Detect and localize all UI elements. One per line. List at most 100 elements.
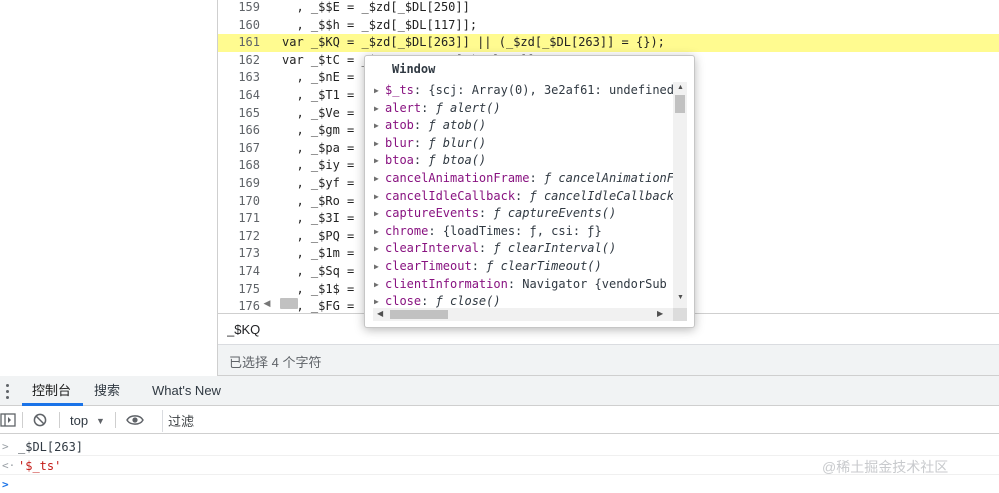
- expand-arrow-icon[interactable]: ▶: [374, 223, 379, 241]
- property-content: chrome: {loadTimes: ƒ, csi: ƒ}: [385, 223, 602, 241]
- status-bar: [218, 345, 999, 376]
- left-panel: [0, 0, 218, 376]
- sidebar-toggle-icon[interactable]: [0, 412, 16, 428]
- line-number[interactable]: 163: [218, 69, 260, 87]
- line-number[interactable]: 168: [218, 157, 260, 175]
- line-code: , _$gm =: [282, 123, 355, 138]
- line-number[interactable]: 174: [218, 263, 260, 281]
- property-row[interactable]: ▶ blur: ƒ blur(): [365, 135, 673, 153]
- property-row[interactable]: ▶ atob: ƒ atob(): [365, 117, 673, 135]
- line-number[interactable]: 164: [218, 87, 260, 105]
- property-row[interactable]: ▶ clientInformation: Navigator {vendorSub: [365, 276, 673, 294]
- more-vert-icon[interactable]: [2, 380, 14, 402]
- editor-hscroll-thumb[interactable]: [280, 298, 298, 309]
- property-row[interactable]: ▶ close: ƒ close(): [365, 293, 673, 308]
- scroll-down-arrow-icon[interactable]: ▼: [677, 294, 684, 301]
- property-separator: :: [421, 294, 436, 308]
- result-arrow-icon: <·: [2, 459, 16, 472]
- expand-arrow-icon[interactable]: ▶: [374, 293, 379, 308]
- property-content: $_ts: {scj: Array(0), 3e2af61: undefined: [385, 82, 673, 100]
- filter-input[interactable]: [168, 411, 468, 431]
- property-name: captureEvents: [385, 206, 479, 221]
- scroll-up-arrow-icon[interactable]: ▲: [677, 84, 684, 91]
- property-value: ƒ clearInterval(): [493, 241, 617, 256]
- expand-arrow-icon[interactable]: ▶: [374, 170, 379, 188]
- line-code: , _$Sq =: [282, 264, 355, 278]
- property-separator: :: [529, 171, 544, 185]
- property-separator: :: [413, 135, 429, 150]
- property-row[interactable]: ▶ btoa: ƒ btoa(): [365, 152, 673, 170]
- property-row[interactable]: ▶ cancelIdleCallback: ƒ cancelIdleCallbac…: [365, 188, 673, 206]
- property-value: {loadTimes: ƒ, csi: ƒ}: [442, 223, 602, 238]
- line-code: , _$Ve =: [282, 105, 355, 120]
- popover-hscroll-thumb[interactable]: [390, 310, 448, 319]
- expand-arrow-icon[interactable]: ▶: [374, 117, 379, 135]
- expand-arrow-icon[interactable]: ▶: [374, 135, 379, 153]
- tab-search[interactable]: 搜索: [90, 376, 124, 406]
- popover-vscroll-thumb[interactable]: [675, 95, 685, 113]
- editor-scroll-left-arrow[interactable]: ◀: [262, 296, 272, 310]
- line-number[interactable]: 162: [218, 52, 260, 70]
- console-prompt-row[interactable]: >: [0, 476, 999, 493]
- property-separator: :: [471, 259, 487, 273]
- clear-console-icon[interactable]: [33, 413, 47, 427]
- property-separator: :: [478, 206, 494, 221]
- line-number[interactable]: 160: [218, 17, 260, 35]
- line-number[interactable]: 165: [218, 105, 260, 123]
- line-number[interactable]: 167: [218, 140, 260, 158]
- line-code: , _$$E = _$zd[_$DL[250]]: [282, 0, 470, 14]
- line-number[interactable]: 170: [218, 193, 260, 211]
- live-expression-eye-icon[interactable]: [126, 413, 144, 427]
- expand-arrow-icon[interactable]: ▶: [374, 188, 379, 206]
- scroll-right-arrow-icon[interactable]: ▶: [657, 309, 663, 318]
- line-number[interactable]: 171: [218, 210, 260, 228]
- line-code: , _$$h = _$zd[_$DL[117]];: [282, 17, 478, 32]
- property-separator: :: [515, 188, 530, 203]
- property-content: clearInterval: ƒ clearInterval(): [385, 240, 616, 258]
- tab-console[interactable]: 控制台: [28, 376, 75, 406]
- line-number[interactable]: 159: [218, 0, 260, 17]
- line-number[interactable]: 172: [218, 228, 260, 246]
- property-separator: :: [413, 118, 429, 133]
- property-row[interactable]: ▶ cancelAnimationFrame: ƒ cancelAnimation…: [365, 170, 673, 188]
- line-number[interactable]: 176: [218, 298, 260, 313]
- expand-arrow-icon[interactable]: ▶: [374, 100, 379, 118]
- property-row[interactable]: ▶ clearTimeout: ƒ clearTimeout(): [365, 258, 673, 276]
- property-name: clearTimeout: [385, 259, 472, 273]
- line-number[interactable]: 175: [218, 281, 260, 299]
- property-value: ƒ btoa(): [428, 153, 487, 168]
- property-value: ƒ blur(): [428, 135, 487, 150]
- property-separator: :: [428, 223, 443, 238]
- scroll-left-arrow-icon[interactable]: ◀: [377, 309, 383, 318]
- property-row[interactable]: ▶ chrome: {loadTimes: ƒ, csi: ƒ}: [365, 223, 673, 241]
- dropdown-caret-icon[interactable]: ▼: [96, 413, 105, 429]
- line-number[interactable]: 166: [218, 122, 260, 140]
- line-code: , _$T1 =: [282, 88, 355, 102]
- expand-arrow-icon[interactable]: ▶: [374, 152, 379, 170]
- property-row[interactable]: ▶ clearInterval: ƒ clearInterval(): [365, 240, 673, 258]
- line-code: , _$yf =: [282, 176, 355, 190]
- code-line[interactable]: 160 , _$$h = _$zd[_$DL[117]];: [218, 17, 999, 35]
- tab-whats-new[interactable]: What's New: [148, 376, 225, 406]
- popover-vscroll-track[interactable]: [673, 82, 687, 308]
- property-separator: :: [413, 153, 429, 168]
- expand-arrow-icon[interactable]: ▶: [374, 82, 379, 100]
- property-content: cancelIdleCallback: ƒ cancelIdleCallback: [385, 188, 673, 206]
- code-line[interactable]: 159 , _$$E = _$zd[_$DL[250]]: [218, 0, 999, 17]
- property-row[interactable]: ▶ captureEvents: ƒ captureEvents(): [365, 205, 673, 223]
- line-number[interactable]: 169: [218, 175, 260, 193]
- toolbar-divider: [115, 412, 116, 428]
- expand-arrow-icon[interactable]: ▶: [374, 276, 379, 294]
- code-line[interactable]: 161 var _$KQ = _$zd[_$DL[263]] || (_$zd[_…: [218, 34, 999, 52]
- property-row[interactable]: ▶ alert: ƒ alert(): [365, 100, 673, 118]
- property-separator: :: [413, 83, 429, 97]
- expand-arrow-icon[interactable]: ▶: [374, 258, 379, 276]
- property-name: clientInformation: [385, 276, 508, 291]
- expand-arrow-icon[interactable]: ▶: [374, 240, 379, 258]
- line-number[interactable]: 161: [218, 34, 260, 52]
- property-value: {scj: Array(0), 3e2af61: undefined: [428, 83, 673, 97]
- context-select[interactable]: top: [70, 412, 88, 430]
- line-number[interactable]: 173: [218, 245, 260, 263]
- property-row[interactable]: ▶ $_ts: {scj: Array(0), 3e2af61: undefine…: [365, 82, 673, 100]
- expand-arrow-icon[interactable]: ▶: [374, 205, 379, 223]
